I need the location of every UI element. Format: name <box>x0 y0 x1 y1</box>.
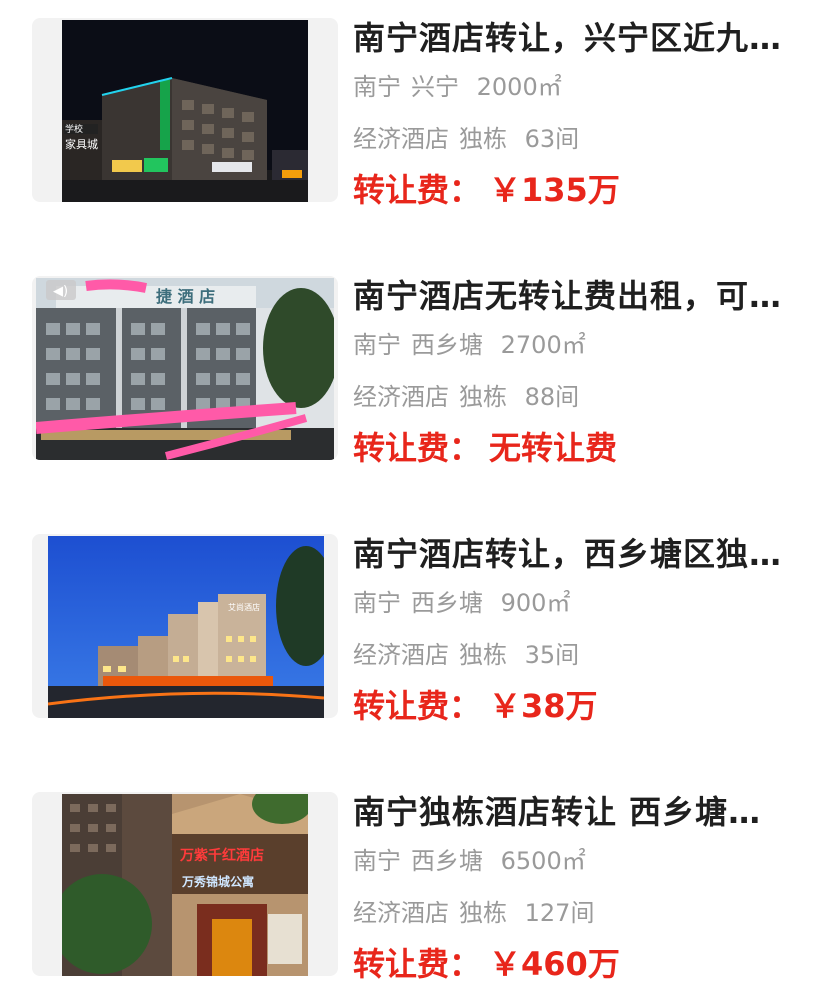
fee-value: ￥135万 <box>489 171 620 209</box>
fee-value: 无转让费 <box>489 429 618 467</box>
transfer-fee: 转让费： ￥460万 <box>353 944 803 984</box>
hotel-photo: 万紫千红酒店 万秀锦城公寓 <box>62 794 308 976</box>
photo-sign: 捷 酒 店 <box>156 287 215 306</box>
listing-card[interactable]: 艾尚酒店 南宁酒店转让，西乡塘区独… 南宁 西乡塘 900㎡ 经济酒店 独栋 35间… <box>0 534 828 726</box>
listing-info: 南宁酒店无转让费出租，可… 南宁 西乡塘 2700㎡ 经济酒店 独栋 88间 转让费… <box>353 276 803 468</box>
fee-label: 转让费： <box>353 687 482 725</box>
listing-location: 南宁 兴宁 2000㎡ <box>353 68 803 106</box>
district: 兴宁 <box>411 73 459 101</box>
district: 西乡塘 <box>411 331 483 359</box>
hotel-type: 经济酒店 <box>353 899 449 927</box>
hotel-type: 经济酒店 <box>353 383 449 411</box>
photo-sign: 万秀锦城公寓 <box>181 874 254 889</box>
hotel-photo: 艾尚酒店 <box>48 536 324 718</box>
listing-thumbnail-frame[interactable]: 万紫千红酒店 万秀锦城公寓 <box>32 792 338 976</box>
hotel-type: 经济酒店 <box>353 125 449 153</box>
building-type: 独栋 <box>459 899 507 927</box>
photo-sign: 艾尚酒店 <box>228 602 260 612</box>
listing-title[interactable]: 南宁独栋酒店转让 西乡塘… <box>353 792 803 836</box>
transfer-fee: 转让费： 无转让费 <box>353 428 803 468</box>
listing-location: 南宁 西乡塘 900㎡ <box>353 584 803 622</box>
listing-location: 南宁 西乡塘 6500㎡ <box>353 842 803 880</box>
fee-value: ￥460万 <box>489 945 620 983</box>
area: 6500㎡ <box>500 847 586 875</box>
fee-value: ￥38万 <box>489 687 598 725</box>
photo-sign: 家具城 <box>65 137 98 151</box>
listing-info: 南宁独栋酒店转让 西乡塘… 南宁 西乡塘 6500㎡ 经济酒店 独栋 127间 转让… <box>353 792 803 984</box>
building-type: 独栋 <box>459 383 507 411</box>
hotel-photo: 学校 家具城 <box>62 20 308 202</box>
listing-attributes: 经济酒店 独栋 63间 <box>353 120 803 158</box>
area: 2000㎡ <box>476 73 562 101</box>
room-count: 63间 <box>524 125 580 153</box>
listing-title[interactable]: 南宁酒店转让，兴宁区近九… <box>353 18 803 62</box>
listing-thumbnail-frame[interactable]: 艾尚酒店 <box>32 534 338 718</box>
listing-info: 南宁酒店转让，兴宁区近九… 南宁 兴宁 2000㎡ 经济酒店 独栋 63间 转让费：… <box>353 18 803 210</box>
city: 南宁 <box>353 589 401 617</box>
hotel-type: 经济酒店 <box>353 641 449 669</box>
city: 南宁 <box>353 331 401 359</box>
area: 900㎡ <box>500 589 571 617</box>
room-count: 88间 <box>524 383 580 411</box>
listing-title[interactable]: 南宁酒店无转让费出租，可… <box>353 276 803 320</box>
area: 2700㎡ <box>500 331 586 359</box>
room-count: 35间 <box>524 641 580 669</box>
transfer-fee: 转让费： ￥135万 <box>353 170 803 210</box>
listing-info: 南宁酒店转让，西乡塘区独… 南宁 西乡塘 900㎡ 经济酒店 独栋 35间 转让费：… <box>353 534 803 726</box>
fee-label: 转让费： <box>353 171 482 209</box>
hotel-photo: 捷 酒 店 ◀) <box>36 278 334 460</box>
room-count: 127间 <box>524 899 595 927</box>
listing-card[interactable]: 万紫千红酒店 万秀锦城公寓 南宁独栋酒店转让 西乡塘… 南宁 西乡塘 6500㎡ … <box>0 792 828 984</box>
fee-label: 转让费： <box>353 945 482 983</box>
building-type: 独栋 <box>459 125 507 153</box>
listing-attributes: 经济酒店 独栋 127间 <box>353 894 803 932</box>
listing-title[interactable]: 南宁酒店转让，西乡塘区独… <box>353 534 803 578</box>
listing-card[interactable]: 捷 酒 店 ◀) 南宁酒店无转让费出租，可… 南宁 西乡塘 2700㎡ 经济酒店… <box>0 276 828 468</box>
listing-attributes: 经济酒店 独栋 35间 <box>353 636 803 674</box>
photo-sign: 学校 <box>65 123 83 135</box>
listing-thumbnail-frame[interactable]: 捷 酒 店 ◀) <box>32 276 338 460</box>
transfer-fee: 转让费： ￥38万 <box>353 686 803 726</box>
city: 南宁 <box>353 73 401 101</box>
listing-attributes: 经济酒店 独栋 88间 <box>353 378 803 416</box>
listing-thumbnail-frame[interactable]: 学校 家具城 <box>32 18 338 202</box>
building-type: 独栋 <box>459 641 507 669</box>
listing-location: 南宁 西乡塘 2700㎡ <box>353 326 803 364</box>
city: 南宁 <box>353 847 401 875</box>
district: 西乡塘 <box>411 589 483 617</box>
listing-card[interactable]: 学校 家具城 南宁酒店转让，兴宁区近九… 南宁 兴宁 2000㎡ 经济酒店 独栋 6… <box>0 18 828 210</box>
svg-text:◀): ◀) <box>53 284 68 299</box>
fee-label: 转让费： <box>353 429 482 467</box>
district: 西乡塘 <box>411 847 483 875</box>
photo-sign: 万紫千红酒店 <box>179 847 264 864</box>
